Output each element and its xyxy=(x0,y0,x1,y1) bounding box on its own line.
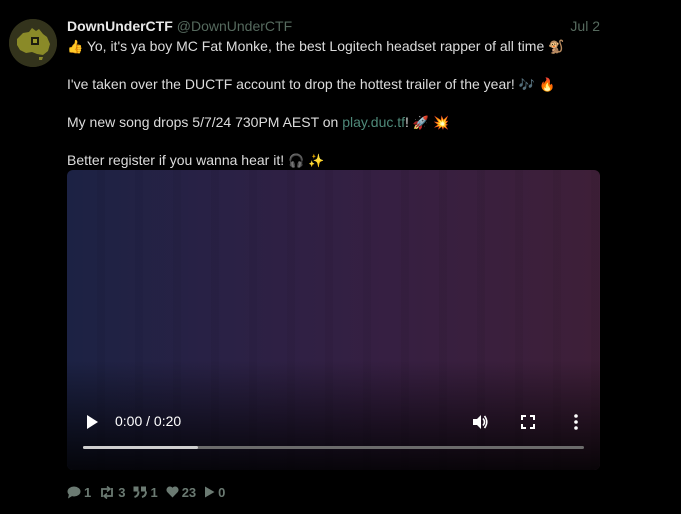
video-time: 0:00 / 0:20 xyxy=(115,413,182,429)
heart-icon xyxy=(166,486,179,498)
video-player[interactable]: 0:00 / 0:20 xyxy=(67,170,600,470)
reply-icon xyxy=(67,486,81,498)
like-button[interactable]: 23 xyxy=(166,485,196,500)
thumbs-up-emoji: 👍 xyxy=(67,40,84,55)
play-icon xyxy=(87,415,98,429)
avatar[interactable] xyxy=(9,19,57,67)
volume-button[interactable] xyxy=(468,410,492,434)
post-body: 👍 Yo, it's ya boy MC Fat Monke, the best… xyxy=(67,37,607,189)
boost-icon xyxy=(101,485,114,499)
fullscreen-icon xyxy=(521,415,535,429)
monkey-emoji: 🐒 xyxy=(548,40,565,55)
volume-icon xyxy=(473,415,488,429)
boost-button[interactable]: 3 xyxy=(99,485,125,500)
post: DownUnderCTF @DownUnderCTF Jul 2 👍 Yo, it… xyxy=(0,0,681,514)
fullscreen-button[interactable] xyxy=(516,410,540,434)
reply-count: 1 xyxy=(84,484,92,500)
play-count-value: 0 xyxy=(218,484,226,500)
australia-map-icon xyxy=(9,19,57,67)
post-line-text: ! xyxy=(405,114,409,130)
like-count: 23 xyxy=(181,484,197,500)
boost-count: 3 xyxy=(118,484,126,500)
play-count[interactable]: 0 xyxy=(204,485,225,500)
post-line-text: Better register if you wanna hear it! xyxy=(67,152,285,168)
post-line-text: Yo, it's ya boy MC Fat Monke, the best L… xyxy=(86,38,545,54)
post-line-1: 👍 Yo, it's ya boy MC Fat Monke, the best… xyxy=(67,37,607,57)
quote-icon xyxy=(133,486,148,498)
post-actions: 1 3 1 23 0 xyxy=(67,483,233,501)
reply-button[interactable]: 1 xyxy=(67,485,91,500)
post-line-2: I've taken over the DUCTF account to dro… xyxy=(67,75,607,95)
post-link[interactable]: play.duc.tf xyxy=(342,114,405,130)
quote-button[interactable]: 1 xyxy=(133,484,158,500)
post-header: DownUnderCTF @DownUnderCTF Jul 2 xyxy=(67,17,600,37)
music-fire-emoji: 🎶 🔥 xyxy=(518,78,556,93)
video-progress-bar[interactable] xyxy=(83,446,584,449)
video-progress-fill xyxy=(83,446,199,449)
play-count-icon xyxy=(205,486,215,498)
headphones-sparkles-emoji: 🎧 ✨ xyxy=(288,154,325,169)
display-name[interactable]: DownUnderCTF xyxy=(67,18,173,34)
play-button[interactable] xyxy=(80,410,104,434)
handle[interactable]: @DownUnderCTF xyxy=(177,18,292,34)
rocket-boom-emoji: 🚀 💥 xyxy=(412,116,450,131)
post-line-4: Better register if you wanna hear it! 🎧 … xyxy=(67,151,607,171)
video-controls: 0:00 / 0:20 xyxy=(67,406,600,438)
post-line-text: I've taken over the DUCTF account to dro… xyxy=(67,76,515,92)
post-line-text: My new song drops 5/7/24 730PM AEST on xyxy=(67,114,343,130)
quote-count: 1 xyxy=(150,484,158,500)
post-line-3: My new song drops 5/7/24 730PM AEST on p… xyxy=(67,113,607,133)
post-date[interactable]: Jul 2 xyxy=(570,17,600,35)
more-options-icon xyxy=(574,414,578,430)
more-options-button[interactable] xyxy=(564,410,588,434)
